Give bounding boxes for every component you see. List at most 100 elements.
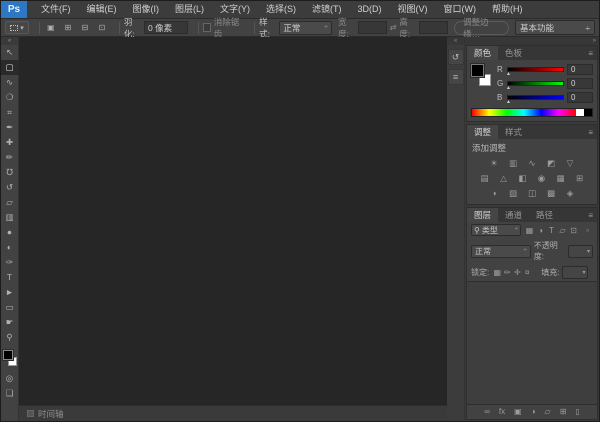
shape-tool[interactable]: ▭ xyxy=(1,300,19,315)
lock-paint-icon[interactable]: ✏ xyxy=(502,268,512,277)
blend-mode-select[interactable]: 正常 ÷ xyxy=(471,244,531,258)
red-slider[interactable]: ▲ xyxy=(506,66,564,77)
quick-selection-tool[interactable]: ❍ xyxy=(1,90,19,105)
color-balance-icon[interactable]: △ xyxy=(496,172,511,184)
blue-value-input[interactable]: 0 xyxy=(567,91,593,103)
link-layers-icon[interactable]: ∞ xyxy=(484,408,490,416)
eraser-tool[interactable]: ▱ xyxy=(1,195,19,210)
new-group-icon[interactable]: ▱ xyxy=(545,408,551,416)
quick-mask-button[interactable]: ◎ xyxy=(1,371,19,386)
pen-tool[interactable]: ✑ xyxy=(1,255,19,270)
color-spectrum-ramp[interactable] xyxy=(471,108,593,117)
blue-slider[interactable]: ▲ xyxy=(506,94,564,105)
selective-color-icon[interactable]: ◈ xyxy=(563,187,578,199)
filter-toggle[interactable]: ▫ xyxy=(582,226,593,235)
refine-edge-button[interactable]: 调整边缘… xyxy=(454,17,509,39)
filter-shape-layers-icon[interactable]: ▱ xyxy=(557,226,568,235)
zoom-tool[interactable]: ⚲ xyxy=(1,330,19,345)
levels-icon[interactable]: ▥ xyxy=(506,157,521,169)
panel-menu-icon[interactable]: ≡ xyxy=(584,125,597,139)
panel-menu-icon[interactable]: ≡ xyxy=(584,46,597,60)
timeline-tab[interactable]: 时间轴 xyxy=(38,408,64,420)
menu-item[interactable]: 编辑(E) xyxy=(79,1,125,18)
canvas-workspace[interactable] xyxy=(19,37,447,405)
rectangular-marquee-tool[interactable]: ▢ xyxy=(0,60,19,75)
link-dimensions-icon[interactable]: ⇄ xyxy=(390,23,397,32)
history-panel-icon[interactable]: ↺ xyxy=(447,49,464,65)
lock-all-icon[interactable]: ¤ xyxy=(522,268,532,277)
tab-channels[interactable]: 通道 xyxy=(498,208,529,222)
brush-tool[interactable]: ✏ xyxy=(1,150,19,165)
foreground-color-swatch[interactable] xyxy=(470,63,485,78)
feather-input[interactable]: 0 像素 xyxy=(144,21,188,34)
delete-layer-icon[interactable]: ▯ xyxy=(575,408,579,416)
slider-thumb-icon[interactable]: ▲ xyxy=(506,85,511,91)
healing-brush-tool[interactable]: ✚ xyxy=(1,135,19,150)
vibrance-icon[interactable]: ▽ xyxy=(563,157,578,169)
intersect-selection-mode[interactable]: ⊡ xyxy=(95,21,109,34)
new-adjustment-layer-icon[interactable]: ◑ xyxy=(531,408,536,416)
green-slider[interactable]: ▲ xyxy=(506,80,564,91)
fill-select[interactable]: ▾ xyxy=(562,266,589,279)
curves-icon[interactable]: ∿ xyxy=(525,157,540,169)
tab-color[interactable]: 颜色 xyxy=(467,46,499,60)
lock-move-icon[interactable]: ✛ xyxy=(512,268,522,277)
layer-list[interactable] xyxy=(467,281,597,404)
new-selection-mode[interactable]: ▣ xyxy=(44,21,58,34)
tab-swatches[interactable]: 色板 xyxy=(498,46,529,60)
history-brush-tool[interactable]: ↺ xyxy=(1,180,19,195)
eyedropper-tool[interactable]: ✒ xyxy=(1,120,19,135)
blur-tool[interactable]: ● xyxy=(1,225,19,240)
move-tool[interactable]: ↖ xyxy=(1,45,19,60)
clone-stamp-tool[interactable]: ℧ xyxy=(1,165,19,180)
gradient-map-icon[interactable]: ▩ xyxy=(544,187,559,199)
channel-mixer-icon[interactable]: ▦ xyxy=(553,172,568,184)
slider-thumb-icon[interactable]: ▲ xyxy=(506,71,511,77)
black-white-icon[interactable]: ◧ xyxy=(515,172,530,184)
gradient-tool[interactable]: ▥ xyxy=(1,210,19,225)
properties-panel-icon[interactable]: ≡ xyxy=(447,69,464,85)
lasso-tool[interactable]: ∿ xyxy=(1,75,19,90)
height-input[interactable] xyxy=(419,21,449,34)
add-mask-icon[interactable]: ▣ xyxy=(514,408,522,416)
spectrum-black[interactable] xyxy=(584,109,592,116)
lock-transparency-icon[interactable]: ▦ xyxy=(492,268,502,277)
hand-tool[interactable]: ☛ xyxy=(1,315,19,330)
style-select[interactable]: 正常 ÷ xyxy=(279,20,333,35)
menu-item[interactable]: 文件(F) xyxy=(33,1,79,18)
tab-layers[interactable]: 图层 xyxy=(467,208,499,222)
spectrum-white[interactable] xyxy=(576,109,584,116)
add-to-selection-mode[interactable]: ⊞ xyxy=(61,21,75,34)
workspace-select[interactable]: 基本功能 ÷ xyxy=(515,20,595,35)
opacity-select[interactable]: ▾ xyxy=(568,244,593,258)
path-selection-tool[interactable]: ► xyxy=(1,285,19,300)
posterize-icon[interactable]: ▨ xyxy=(506,187,521,199)
new-layer-icon[interactable]: ⊞ xyxy=(560,408,567,416)
filter-kind-select[interactable]: ⚲ 类型 ÷ xyxy=(471,224,521,236)
type-tool[interactable]: T xyxy=(1,270,19,285)
threshold-icon[interactable]: ◫ xyxy=(525,187,540,199)
tab-styles[interactable]: 样式 xyxy=(498,125,529,139)
toolbar-collapse-button[interactable]: « xyxy=(1,37,18,45)
filter-pixel-layers-icon[interactable]: ▦ xyxy=(524,226,535,235)
layer-style-icon[interactable]: fx xyxy=(499,408,505,416)
green-value-input[interactable]: 0 xyxy=(567,77,593,89)
photo-filter-icon[interactable]: ◉ xyxy=(534,172,549,184)
tool-preset-button[interactable]: ▾ xyxy=(5,21,29,34)
expand-dock-button[interactable]: « xyxy=(447,37,464,45)
subtract-from-selection-mode[interactable]: ⊟ xyxy=(78,21,92,34)
foreground-color-swatch[interactable] xyxy=(1,349,14,361)
filter-adjustment-layers-icon[interactable]: ◑ xyxy=(535,226,546,235)
width-input[interactable] xyxy=(357,21,387,34)
screen-mode-button[interactable]: ❏ xyxy=(1,386,19,401)
collapse-dock-button[interactable]: » xyxy=(465,37,599,45)
invert-icon[interactable]: ◑ xyxy=(487,187,502,199)
panel-menu-icon[interactable]: ≡ xyxy=(584,208,597,222)
hue-saturation-icon[interactable]: ▤ xyxy=(477,172,492,184)
filter-type-layers-icon[interactable]: T xyxy=(546,226,557,235)
spectrum-gradient[interactable] xyxy=(472,109,576,116)
color-lookup-icon[interactable]: ⊞ xyxy=(572,172,587,184)
dodge-tool[interactable]: ◐ xyxy=(1,240,19,255)
slider-thumb-icon[interactable]: ▲ xyxy=(506,99,511,105)
red-value-input[interactable]: 0 xyxy=(567,63,593,75)
